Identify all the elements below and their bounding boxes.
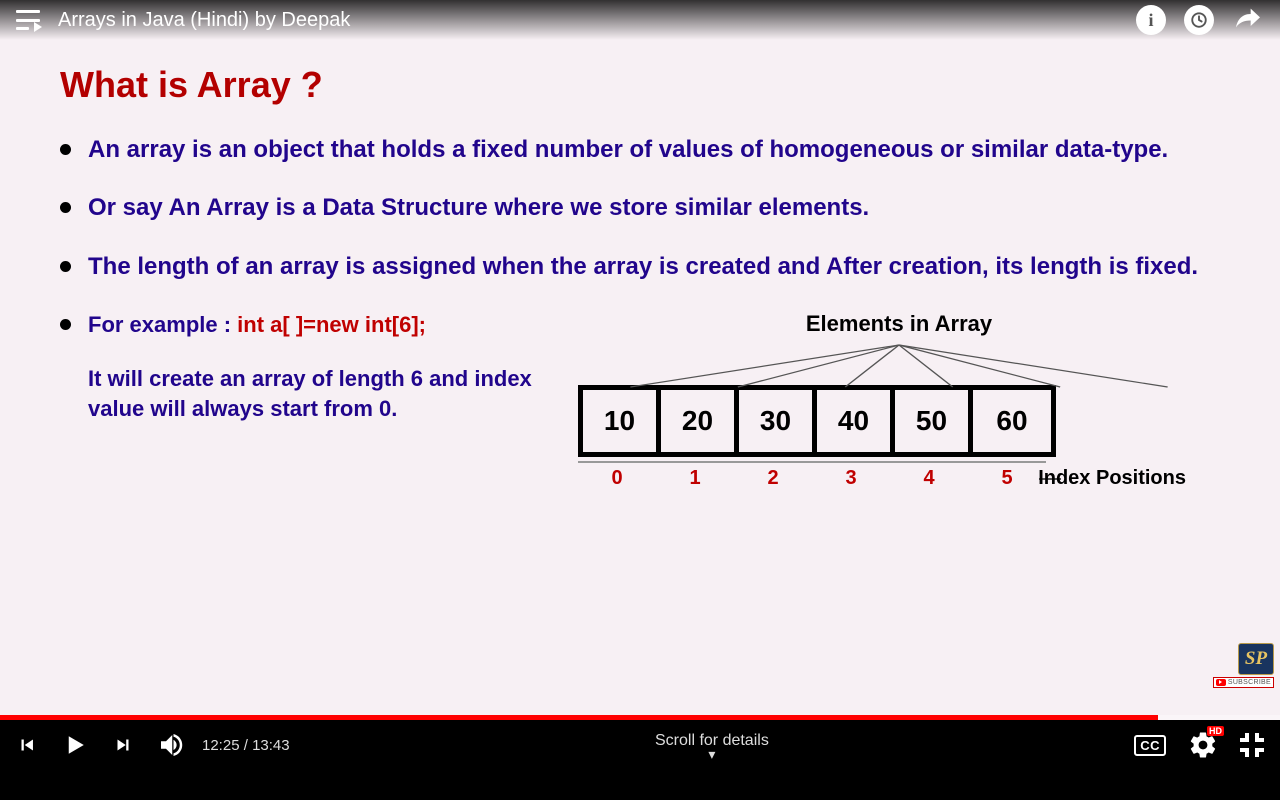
exit-fullscreen-button[interactable] [1240, 733, 1264, 757]
array-cells: 10 20 30 40 50 60 [578, 385, 1056, 457]
slide-heading: What is Array ? [60, 64, 1220, 106]
array-index: 3 [812, 461, 890, 492]
array-index: 1 [656, 461, 734, 492]
play-button[interactable] [60, 730, 90, 760]
settings-button[interactable]: HD [1188, 730, 1218, 760]
array-index: 0 [578, 461, 656, 492]
bullet-item-example: For example : int a[ ]=new int[6]; It wi… [60, 309, 1220, 492]
current-time: 12:25 [202, 737, 240, 754]
time-display: 12:25 / 13:43 [202, 737, 290, 754]
array-cell: 20 [661, 390, 739, 452]
bullet-item: Or say An Array is a Data Structure wher… [60, 192, 1220, 224]
array-cell: 40 [817, 390, 895, 452]
example-prefix: For example : [88, 312, 237, 337]
channel-watermark[interactable]: SP SUBSCRIBE [1213, 643, 1274, 688]
exit-fullscreen-icon [1240, 733, 1264, 757]
array-index: 5 [968, 461, 1046, 492]
video-title[interactable]: Arrays in Java (Hindi) by Deepak [58, 9, 1136, 32]
array-cell: 30 [739, 390, 817, 452]
playlist-icon[interactable] [16, 10, 40, 30]
hd-badge: HD [1207, 726, 1224, 736]
bullet-list: An array is an object that holds a fixed… [60, 134, 1220, 492]
array-diagram: Elements in Array [578, 309, 1220, 492]
elements-label: Elements in Array [578, 309, 1220, 339]
next-button[interactable] [112, 734, 134, 756]
previous-button[interactable] [16, 734, 38, 756]
array-cell: 50 [895, 390, 973, 452]
index-positions-label: Index Positions [1038, 465, 1186, 492]
array-index: 2 [734, 461, 812, 492]
share-icon[interactable] [1232, 2, 1264, 39]
watermark-subscribe: SUBSCRIBE [1213, 677, 1274, 688]
info-icon[interactable]: i [1136, 5, 1166, 35]
example-description: It will create an array of length 6 and … [88, 364, 558, 426]
bullet-item: An array is an object that holds a fixed… [60, 134, 1220, 166]
duration: 13:43 [252, 737, 290, 754]
example-code: int a[ ]=new int[6]; [237, 312, 426, 337]
chevron-down-icon: ▾ [655, 750, 769, 758]
array-cell: 10 [583, 390, 661, 452]
captions-button[interactable]: CC [1134, 735, 1166, 756]
video-frame: What is Array ? An array is an object th… [0, 0, 1280, 720]
video-top-bar: Arrays in Java (Hindi) by Deepak i [0, 0, 1280, 40]
scroll-for-details[interactable]: Scroll for details ▾ [655, 732, 769, 758]
array-index: 4 [890, 461, 968, 492]
bullet-item: The length of an array is assigned when … [60, 251, 1220, 283]
watermark-logo: SP [1238, 643, 1274, 675]
volume-button[interactable] [156, 730, 186, 760]
index-row: 0 1 2 3 4 5 [578, 461, 1056, 492]
below-player-area [0, 770, 1280, 800]
array-cell: 60 [973, 390, 1051, 452]
watch-later-icon[interactable] [1184, 5, 1214, 35]
player-controls: 12:25 / 13:43 Scroll for details ▾ CC HD [0, 720, 1280, 770]
